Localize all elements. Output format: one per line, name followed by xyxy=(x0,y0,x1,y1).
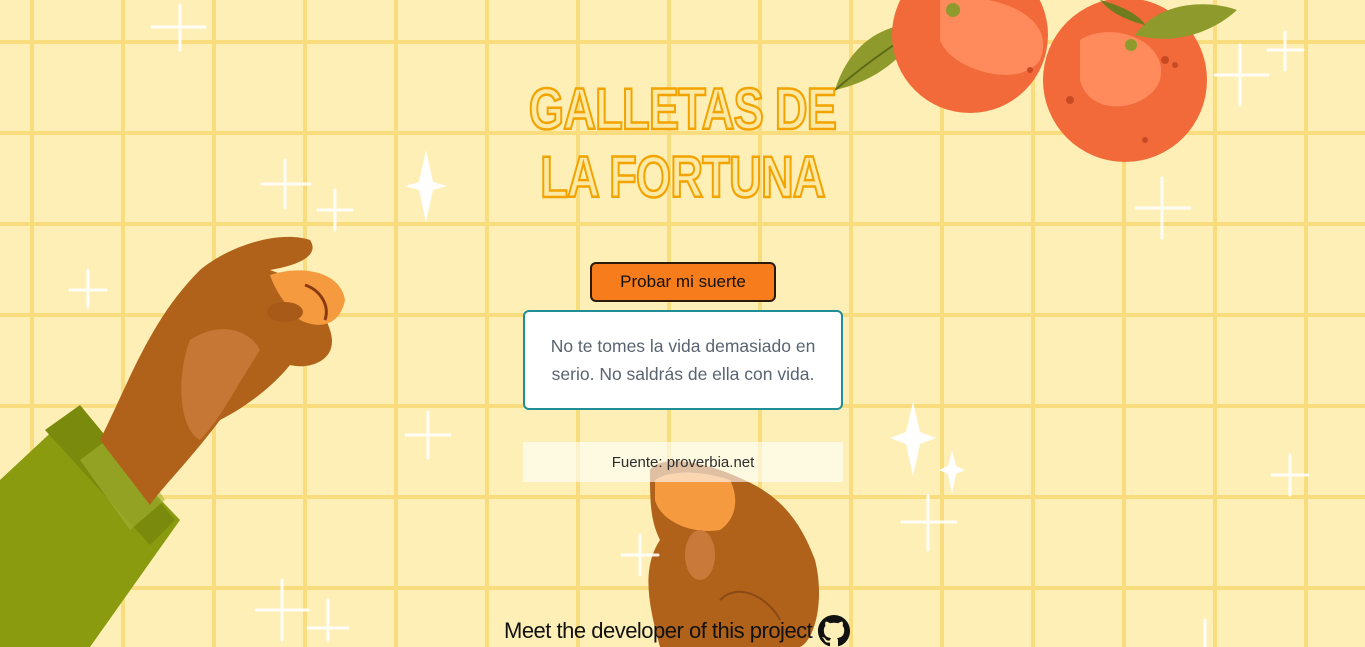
oranges-illustration xyxy=(834,0,1237,162)
page-title: GALLETAS DE LA FORTUNA xyxy=(528,76,838,212)
developer-footer[interactable]: Meet the developer of this project xyxy=(504,612,851,647)
source-label: Fuente: proverbia.net xyxy=(523,442,843,482)
left-hand-illustration xyxy=(0,236,345,647)
developer-link[interactable]: Meet the developer of this project xyxy=(504,618,813,644)
fortune-quote: No te tomes la vida demasiado en serio. … xyxy=(550,336,816,384)
github-icon[interactable] xyxy=(818,615,851,647)
fortune-card: No te tomes la vida demasiado en serio. … xyxy=(523,310,843,410)
try-luck-button[interactable]: Probar mi suerte xyxy=(590,262,776,302)
